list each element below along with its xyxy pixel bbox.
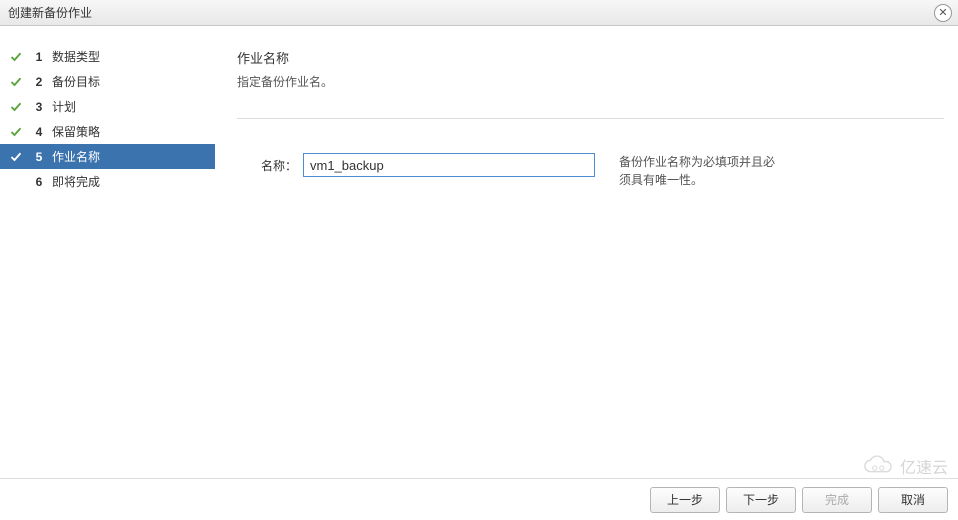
divider bbox=[237, 118, 944, 119]
main-panel: 作业名称 指定备份作业名。 名称： 备份作业名称为必填项并且必 须具有唯一性。 bbox=[215, 26, 958, 478]
window-title: 创建新备份作业 bbox=[8, 4, 92, 21]
step-label: 保留策略 bbox=[52, 123, 100, 140]
check-icon bbox=[8, 149, 24, 165]
step-data-type[interactable]: 1 数据类型 bbox=[0, 44, 215, 69]
empty-icon bbox=[8, 174, 24, 190]
name-help: 备份作业名称为必填项并且必 须具有唯一性。 bbox=[619, 153, 775, 189]
step-label: 数据类型 bbox=[52, 48, 100, 65]
help-line-2: 须具有唯一性。 bbox=[619, 173, 703, 187]
footer: 上一步 下一步 完成 取消 bbox=[0, 478, 958, 520]
close-icon: ✕ bbox=[938, 8, 947, 19]
check-icon bbox=[8, 99, 24, 115]
prev-button[interactable]: 上一步 bbox=[650, 487, 720, 513]
check-icon bbox=[8, 74, 24, 90]
check-icon bbox=[8, 49, 24, 65]
step-label: 即将完成 bbox=[52, 173, 100, 190]
page-description: 指定备份作业名。 bbox=[237, 73, 944, 90]
step-job-name[interactable]: 5 作业名称 bbox=[0, 144, 215, 169]
step-number: 6 bbox=[30, 175, 48, 189]
step-number: 5 bbox=[30, 150, 48, 164]
finish-button: 完成 bbox=[802, 487, 872, 513]
wizard-sidebar: 1 数据类型 2 备份目标 3 计划 4 保留策略 bbox=[0, 26, 215, 478]
step-ready-complete[interactable]: 6 即将完成 bbox=[0, 169, 215, 194]
name-label: 名称： bbox=[237, 153, 297, 174]
step-retention[interactable]: 4 保留策略 bbox=[0, 119, 215, 144]
step-number: 2 bbox=[30, 75, 48, 89]
step-backup-target[interactable]: 2 备份目标 bbox=[0, 69, 215, 94]
name-input[interactable] bbox=[303, 153, 595, 177]
close-button[interactable]: ✕ bbox=[934, 4, 952, 22]
step-label: 作业名称 bbox=[52, 148, 100, 165]
step-label: 备份目标 bbox=[52, 73, 100, 90]
name-row: 名称： 备份作业名称为必填项并且必 须具有唯一性。 bbox=[237, 153, 944, 189]
page-title: 作业名称 bbox=[237, 48, 944, 67]
step-label: 计划 bbox=[52, 98, 76, 115]
cancel-button[interactable]: 取消 bbox=[878, 487, 948, 513]
help-line-1: 备份作业名称为必填项并且必 bbox=[619, 155, 775, 169]
step-number: 4 bbox=[30, 125, 48, 139]
step-number: 3 bbox=[30, 100, 48, 114]
next-button[interactable]: 下一步 bbox=[726, 487, 796, 513]
titlebar: 创建新备份作业 ✕ bbox=[0, 0, 958, 26]
check-icon bbox=[8, 124, 24, 140]
step-number: 1 bbox=[30, 50, 48, 64]
step-schedule[interactable]: 3 计划 bbox=[0, 94, 215, 119]
